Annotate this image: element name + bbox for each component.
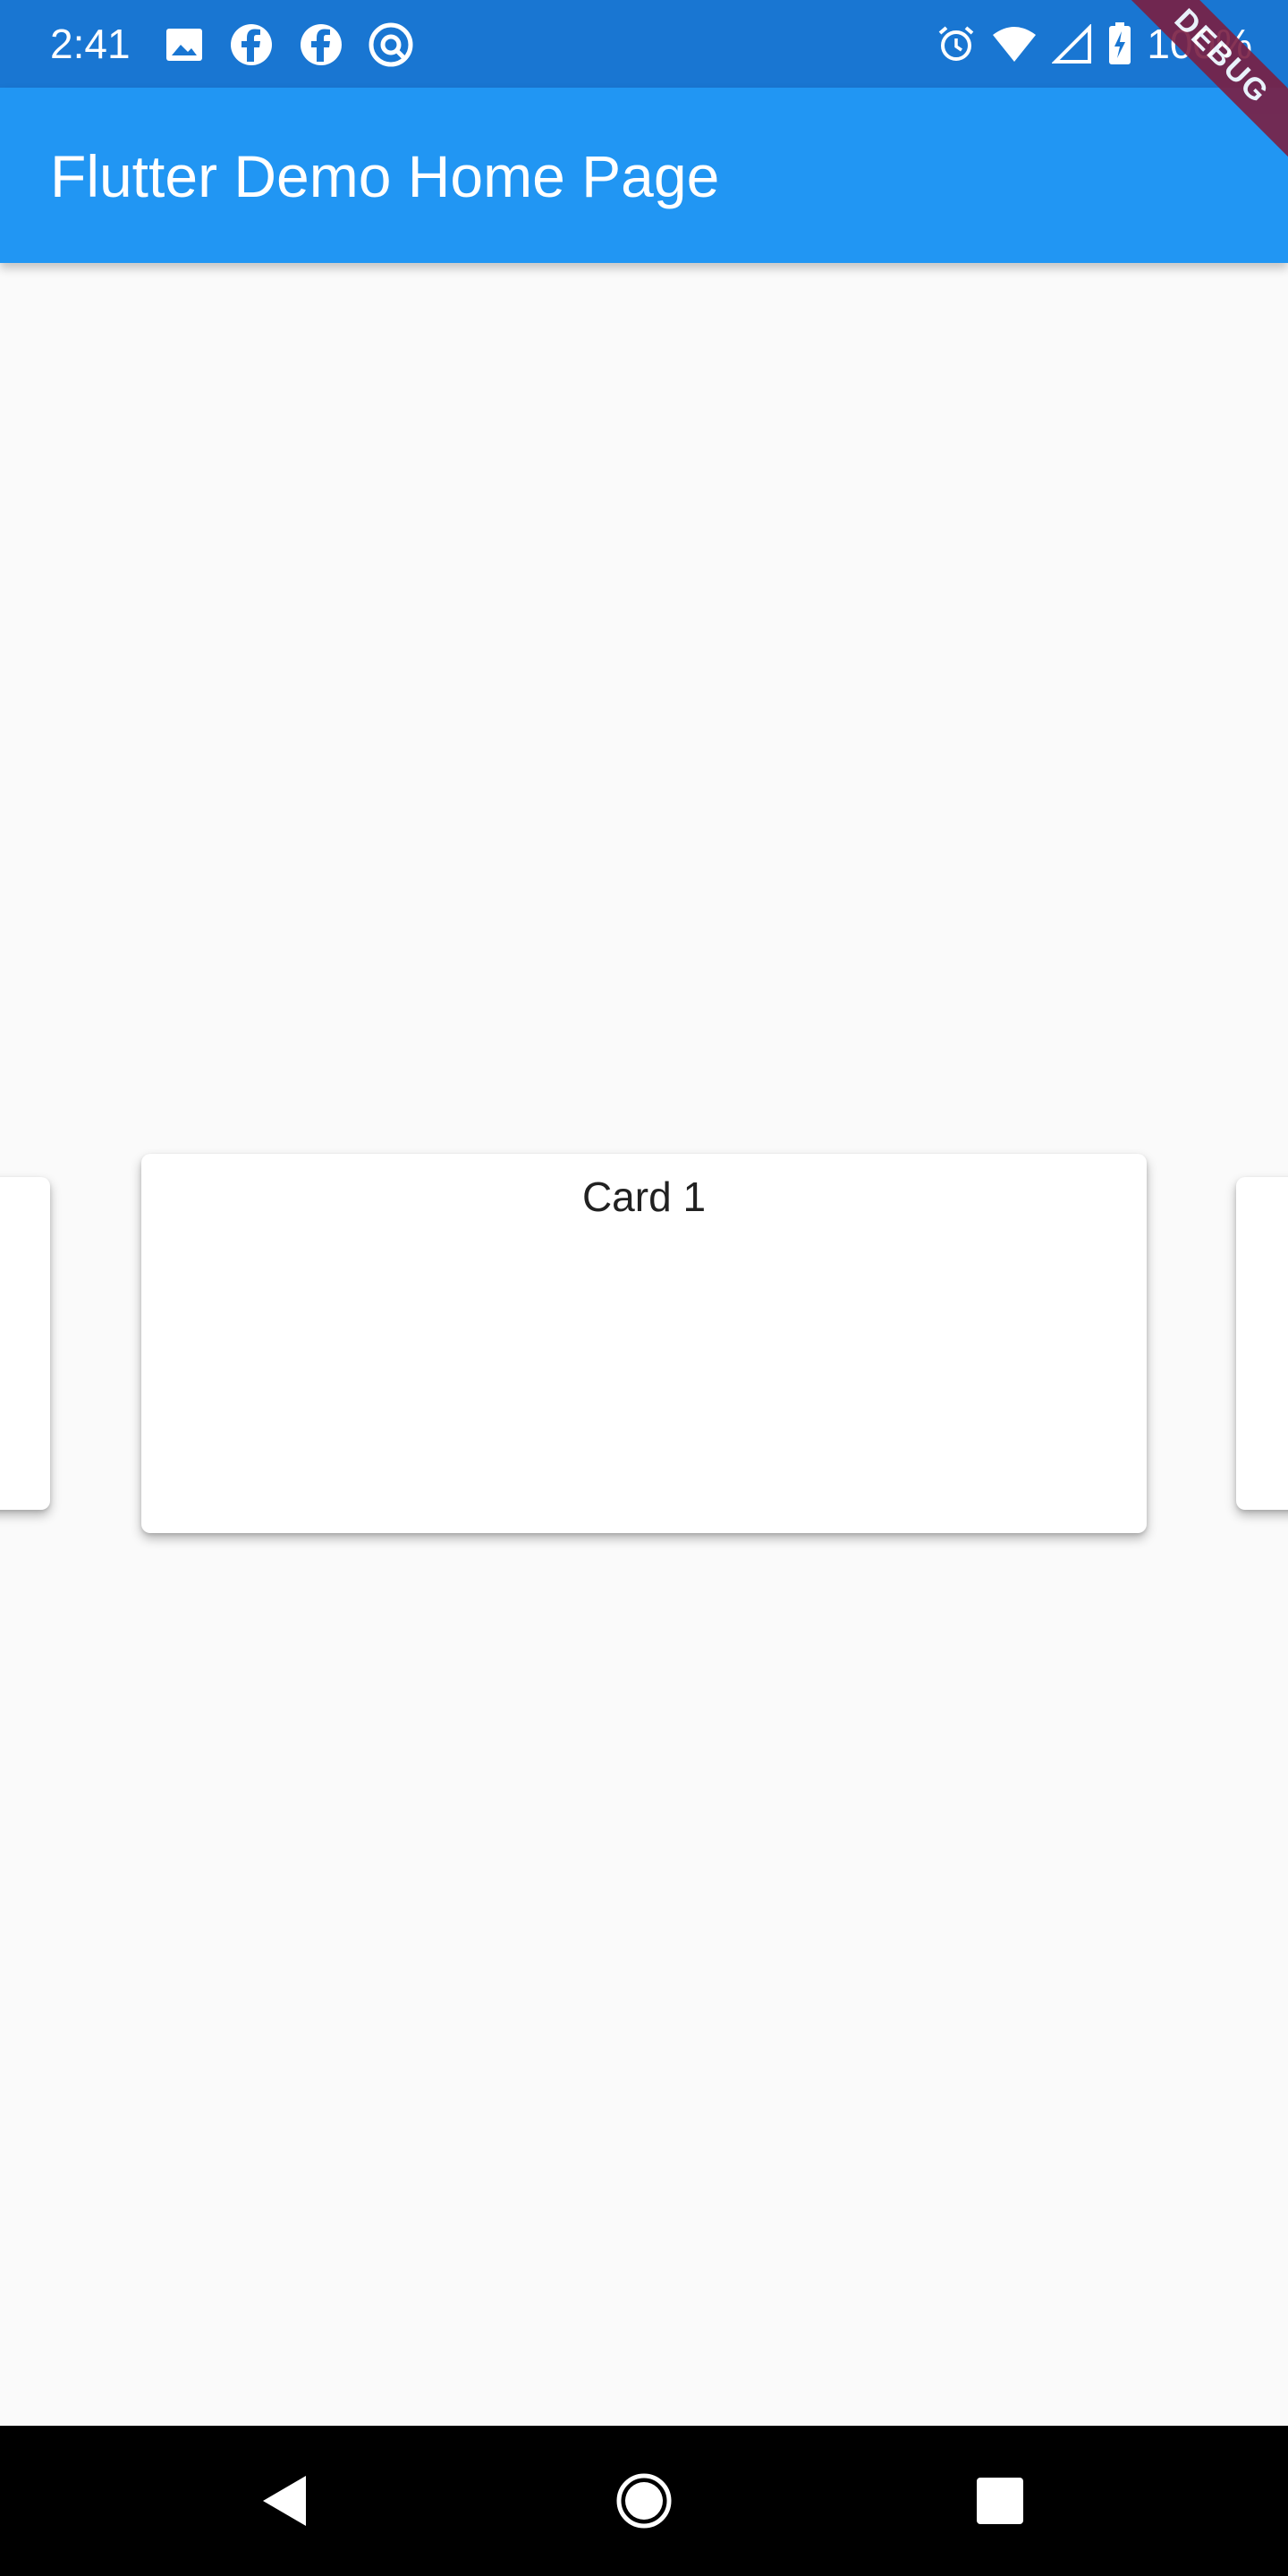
home-button[interactable] xyxy=(572,2426,716,2576)
card-next[interactable] xyxy=(1236,1177,1288,1510)
status-time: 2:41 xyxy=(50,21,131,67)
battery-charging-icon xyxy=(1107,22,1132,65)
recents-button[interactable] xyxy=(928,2426,1072,2576)
back-button[interactable] xyxy=(213,2426,356,2576)
alarm-icon xyxy=(936,23,977,64)
image-icon xyxy=(165,25,204,64)
wifi-icon xyxy=(991,24,1038,64)
back-icon xyxy=(259,2474,309,2528)
card-previous[interactable] xyxy=(0,1177,50,1510)
status-left-icons xyxy=(165,22,413,67)
home-icon xyxy=(615,2472,673,2529)
system-nav-bar xyxy=(0,2426,1288,2576)
status-bar: 2:41 xyxy=(0,0,1288,88)
page-title: Flutter Demo Home Page xyxy=(50,143,720,209)
at-sign-icon xyxy=(369,22,413,67)
facebook-icon xyxy=(299,22,343,67)
card-carousel[interactable]: Card 1 xyxy=(0,263,1288,2426)
card-active[interactable]: Card 1 xyxy=(141,1154,1147,1533)
facebook-icon xyxy=(229,22,274,67)
recents-icon xyxy=(976,2477,1024,2525)
app-bar: Flutter Demo Home Page xyxy=(0,88,1288,263)
card-title: Card 1 xyxy=(581,1174,707,1220)
cell-signal-icon xyxy=(1052,24,1093,64)
